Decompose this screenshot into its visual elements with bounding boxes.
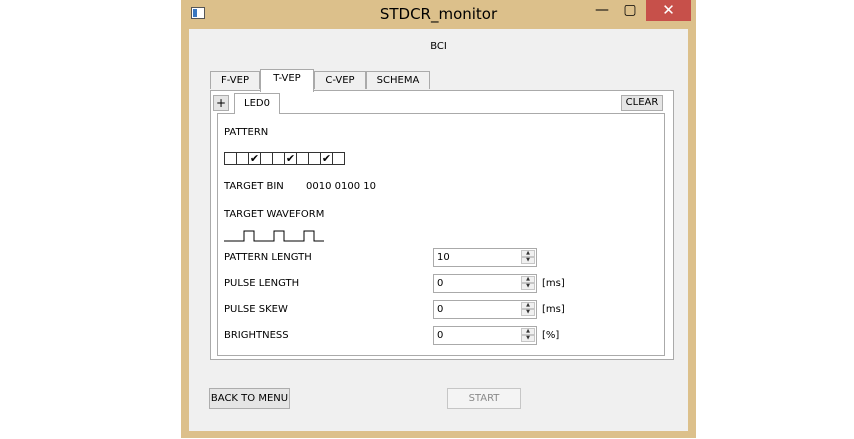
pattern-length-label: PATTERN LENGTH — [224, 252, 312, 263]
minimize-button[interactable]: — — [589, 0, 615, 21]
target-bin-label: TARGET BIN — [224, 181, 284, 192]
clear-button[interactable]: CLEAR — [621, 95, 663, 111]
spin-down-icon[interactable]: ▼ — [521, 283, 535, 290]
client-area: BCI F-VEP T-VEP C-VEP SCHEMA + LED0 CLEA… — [189, 29, 688, 431]
check-icon: ✔ — [249, 152, 260, 165]
maximize-button[interactable]: ▢ — [617, 0, 643, 21]
spin-down-icon[interactable]: ▼ — [521, 335, 535, 342]
spin-up-icon[interactable]: ▲ — [521, 328, 535, 335]
back-to-menu-button[interactable]: BACK TO MENU — [209, 388, 290, 409]
tab-f-vep[interactable]: F-VEP — [210, 71, 260, 89]
pattern-length-spinbox[interactable]: 10 ▲ ▼ — [433, 248, 537, 267]
pulse-length-value: 0 — [437, 278, 444, 289]
tab-t-vep[interactable]: T-VEP — [260, 69, 314, 92]
brightness-value: 0 — [437, 330, 444, 341]
pattern-label: PATTERN — [224, 127, 269, 138]
target-waveform-label: TARGET WAVEFORM — [224, 209, 325, 220]
check-icon: ✔ — [285, 152, 296, 165]
bci-label: BCI — [430, 41, 447, 52]
pulse-skew-value: 0 — [437, 304, 444, 315]
spin-up-icon[interactable]: ▲ — [521, 276, 535, 283]
pulse-skew-spinbox[interactable]: 0 ▲ ▼ — [433, 300, 537, 319]
pulse-length-label: PULSE LENGTH — [224, 278, 300, 289]
start-button[interactable]: START — [447, 388, 521, 409]
brightness-label: BRIGHTNESS — [224, 330, 289, 341]
add-led-button[interactable]: + — [213, 95, 229, 111]
target-bin-value: 0010 0100 10 — [306, 181, 376, 192]
pulse-length-unit: [ms] — [542, 278, 565, 289]
title-bar[interactable]: STDCR_monitor — ▢ ✕ — [181, 0, 696, 29]
close-button[interactable]: ✕ — [646, 0, 691, 21]
spin-up-icon[interactable]: ▲ — [521, 302, 535, 309]
t-vep-panel: + LED0 CLEAR PATTERN ✔ ✔ ✔ TARGET BIN 00… — [210, 90, 674, 360]
pulse-skew-unit: [ms] — [542, 304, 565, 315]
pulse-skew-label: PULSE SKEW — [224, 304, 288, 315]
spin-down-icon[interactable]: ▼ — [521, 257, 535, 264]
led0-panel: PATTERN ✔ ✔ ✔ TARGET BIN 0010 0100 10 TA… — [217, 113, 665, 356]
pulse-length-spinbox[interactable]: 0 ▲ ▼ — [433, 274, 537, 293]
tab-c-vep[interactable]: C-VEP — [314, 71, 366, 89]
brightness-spinbox[interactable]: 0 ▲ ▼ — [433, 326, 537, 345]
spin-up-icon[interactable]: ▲ — [521, 250, 535, 257]
spin-down-icon[interactable]: ▼ — [521, 309, 535, 316]
brightness-unit: [%] — [542, 330, 560, 341]
tab-schema[interactable]: SCHEMA — [366, 71, 430, 89]
pattern-checkbox[interactable] — [332, 152, 345, 165]
tab-led0[interactable]: LED0 — [234, 93, 280, 114]
pattern-length-value: 10 — [437, 252, 450, 263]
check-icon: ✔ — [321, 152, 332, 165]
app-window: STDCR_monitor — ▢ ✕ BCI F-VEP T-VEP C-VE… — [181, 0, 696, 438]
pattern-checkboxes: ✔ ✔ ✔ — [224, 152, 345, 165]
waveform-graphic — [224, 230, 324, 242]
